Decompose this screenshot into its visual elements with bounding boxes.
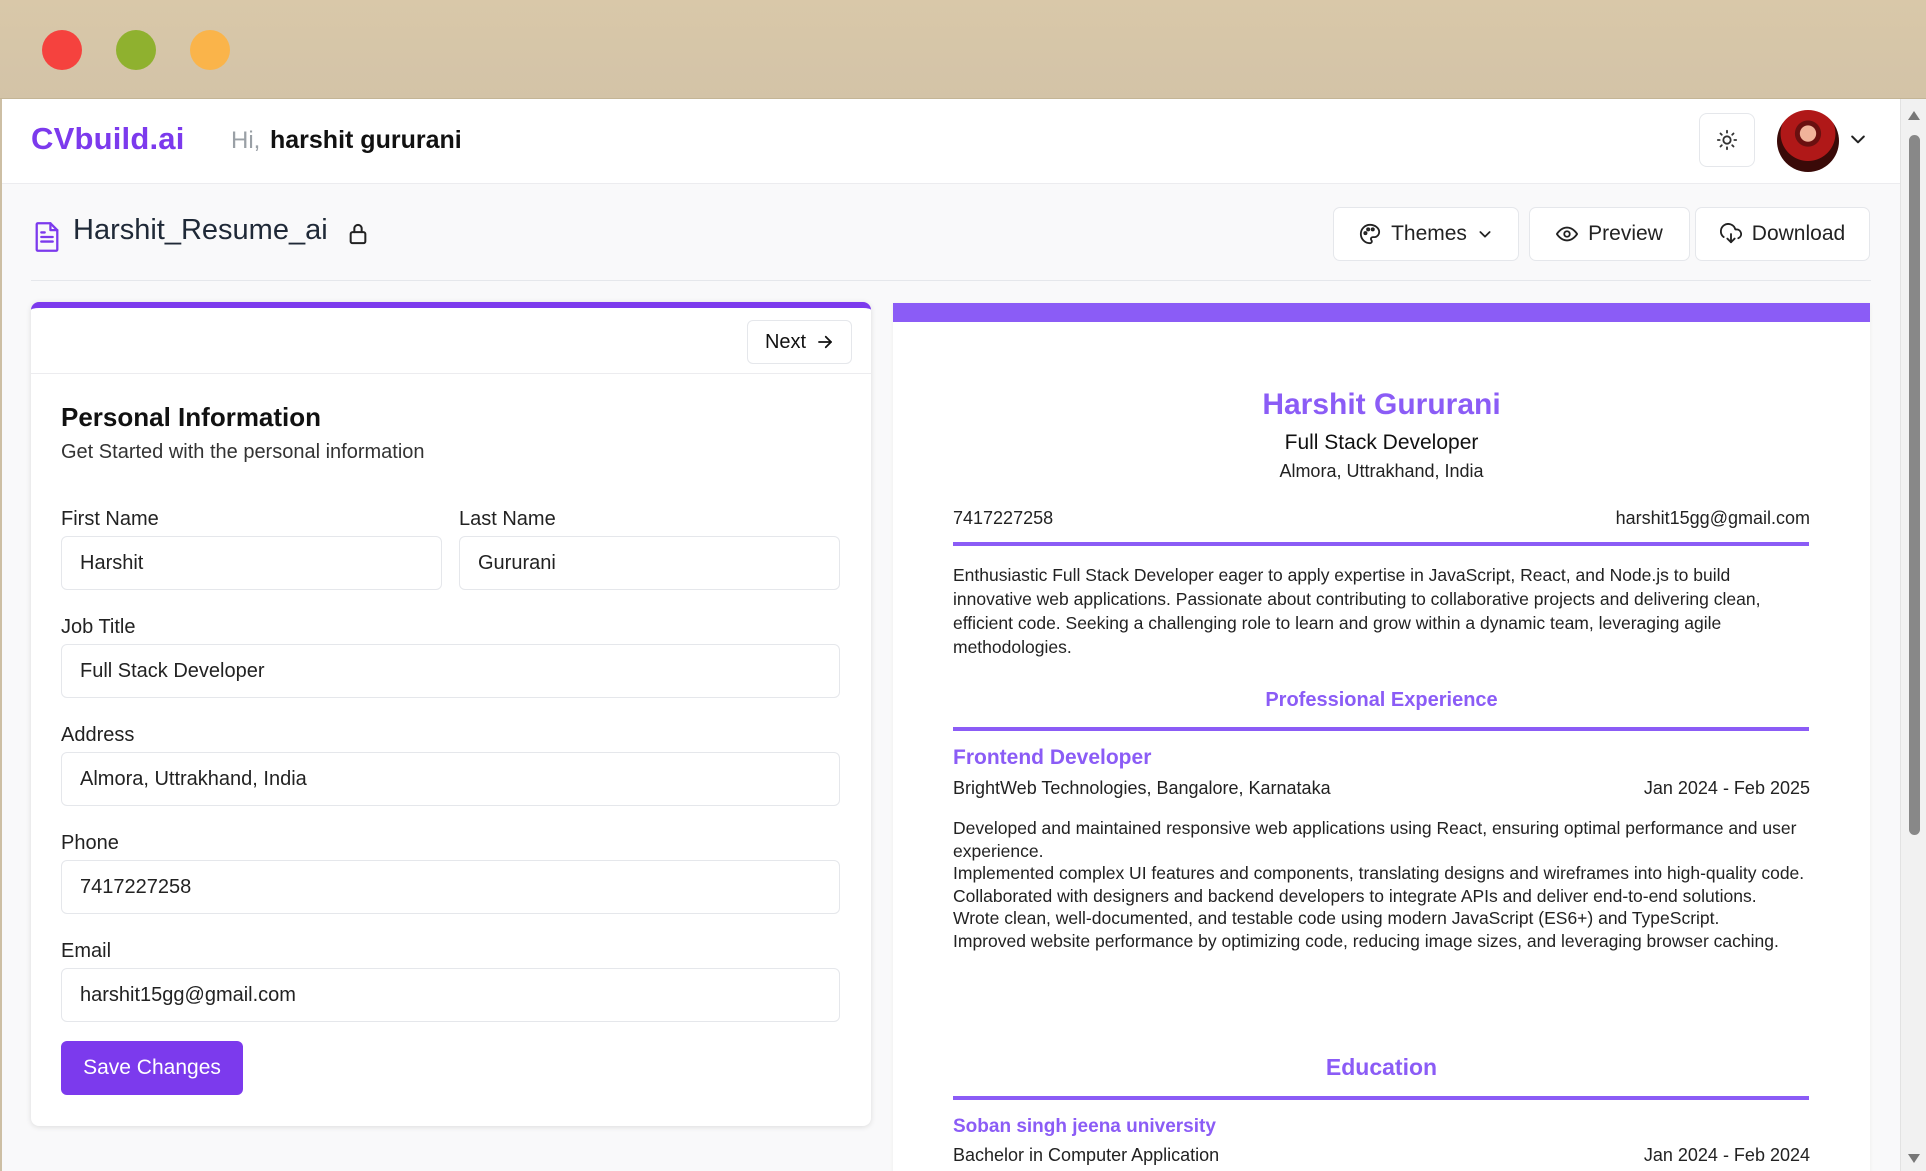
maximize-window-button[interactable] — [190, 30, 230, 70]
experience-bullet: Wrote clean, well-documented, and testab… — [953, 908, 1720, 928]
phone-label: Phone — [61, 832, 119, 854]
sun-icon — [1716, 129, 1738, 151]
experience-bullet: Collaborated with designers and backend … — [953, 885, 1757, 906]
themes-label: Themes — [1391, 222, 1467, 245]
education-heading: Education — [1325, 1054, 1438, 1080]
form-nav-bar: Next — [31, 308, 871, 374]
palette-icon — [1359, 223, 1381, 245]
avatar[interactable] — [1777, 110, 1839, 172]
next-label: Next — [764, 330, 807, 353]
education-degree: Bachelor in Computer Application — [953, 1145, 1220, 1165]
eye-icon — [1556, 226, 1579, 242]
preview-email: harshit15gg@gmail.com — [1615, 508, 1810, 528]
email-label: Email — [61, 940, 112, 962]
download-label: Download — [1751, 222, 1846, 245]
resume-title: Harshit_Resume_ai — [73, 214, 328, 246]
address-label: Address — [61, 724, 135, 746]
education-dates: Jan 2024 - Feb 2024 — [1643, 1145, 1810, 1165]
section-subtitle: Get Started with the personal informatio… — [61, 441, 425, 463]
preview-job-title: Full Stack Developer — [1284, 431, 1479, 454]
next-button[interactable]: Next — [747, 320, 852, 364]
app-logo[interactable]: CVbuild.ai — [31, 121, 185, 157]
experience-company: BrightWeb Technologies, Bangalore, Karna… — [953, 778, 1331, 798]
scrollbar-thumb[interactable] — [1909, 135, 1920, 835]
scroll-down-arrow-icon[interactable] — [1908, 1154, 1920, 1163]
experience-bullet: Developed and maintained responsive web … — [953, 818, 1797, 861]
scroll-up-arrow-icon[interactable] — [1908, 111, 1920, 120]
divider — [953, 542, 1809, 546]
lock-icon — [349, 223, 367, 245]
download-button[interactable]: Download — [1695, 207, 1870, 261]
preview-summary: Enthusiastic Full Stack Developer eager … — [953, 565, 1761, 657]
experience-bullet: Improved website performance by optimizi… — [953, 930, 1779, 951]
first-name-input[interactable]: Harshit — [61, 536, 442, 590]
preview-name: Harshit Gururani — [1262, 388, 1501, 421]
preview-address: Almora, Uttrakhand, India — [1279, 461, 1484, 481]
experience-bullet: Implemented complex UI features and comp… — [953, 863, 1805, 883]
section-title: Personal Information — [61, 402, 322, 432]
experience-heading: Professional Experience — [1265, 689, 1498, 711]
app-window: CVbuild.ai Hi, harshit gururani Harshit_… — [2, 99, 1900, 1171]
window-titlebar — [0, 0, 1926, 99]
vertical-scrollbar[interactable] — [1900, 99, 1926, 1171]
save-changes-button[interactable]: Save Changes — [61, 1041, 243, 1095]
divider — [953, 727, 1809, 731]
chevron-down-icon[interactable] — [1848, 129, 1868, 149]
document-icon — [35, 222, 59, 252]
address-input[interactable]: Almora, Uttrakhand, India — [61, 752, 840, 806]
cloud-download-icon — [1719, 223, 1742, 244]
divider — [31, 280, 1871, 281]
user-name: harshit gururani — [270, 126, 462, 154]
resume-preview: Harshit Gururani Full Stack Developer Al… — [893, 303, 1870, 1171]
first-name-label: First Name — [61, 508, 159, 530]
preview-label: Preview — [1588, 222, 1663, 245]
themes-button[interactable]: Themes — [1333, 207, 1519, 261]
job-title-label: Job Title — [61, 616, 136, 638]
email-input[interactable]: harshit15gg@gmail.com — [61, 968, 840, 1022]
close-window-button[interactable] — [42, 30, 82, 70]
phone-input[interactable]: 7417227258 — [61, 860, 840, 914]
experience-bullets: Developed and maintained responsive web … — [953, 817, 1813, 952]
minimize-window-button[interactable] — [116, 30, 156, 70]
preview-button[interactable]: Preview — [1529, 207, 1690, 261]
preview-phone: 7417227258 — [953, 508, 1054, 528]
last-name-label: Last Name — [459, 508, 556, 530]
greeting-text: Hi, — [231, 127, 261, 154]
experience-dates: Jan 2024 - Feb 2025 — [1643, 778, 1810, 798]
experience-role: Frontend Developer — [953, 746, 1152, 769]
job-title-input[interactable]: Full Stack Developer — [61, 644, 840, 698]
divider — [953, 1096, 1809, 1100]
education-school: Soban singh jeena university — [953, 1116, 1216, 1137]
personal-info-form: Next Personal Information Get Started wi… — [31, 302, 871, 1126]
top-header: CVbuild.ai Hi, harshit gururani — [2, 99, 1900, 184]
last-name-input[interactable]: Gururani — [459, 536, 840, 590]
arrow-right-icon — [818, 335, 832, 349]
chevron-down-icon — [1479, 231, 1491, 238]
theme-toggle-button[interactable] — [1699, 113, 1755, 167]
